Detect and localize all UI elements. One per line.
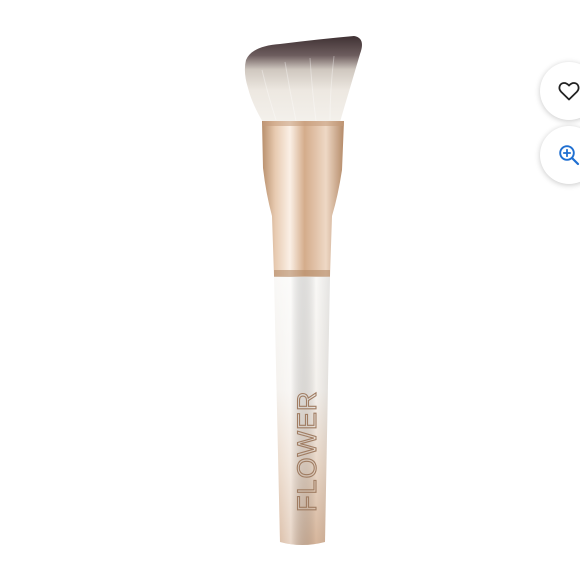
brush-bristles (244, 36, 362, 124)
brush-ferrule (262, 121, 344, 276)
makeup-brush-image: FLOWER (244, 36, 362, 545)
brand-logo: FLOWER (291, 390, 322, 513)
svg-text:FLOWER: FLOWER (292, 390, 322, 512)
product-image-stage: FLOWER (0, 0, 580, 580)
zoom-in-icon (557, 143, 580, 167)
heart-outline-icon (557, 79, 580, 103)
